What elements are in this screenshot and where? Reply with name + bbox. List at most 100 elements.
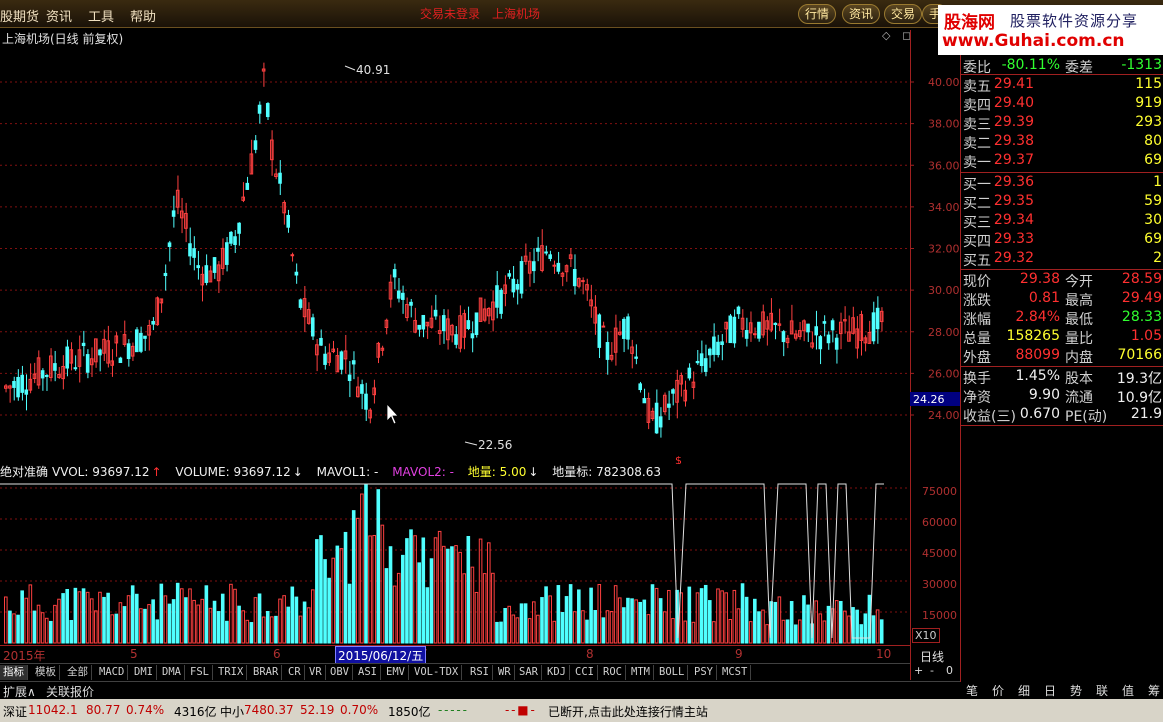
- volume-bar: [171, 599, 176, 644]
- buy-level-row[interactable]: 买四 29.33 69: [962, 231, 1162, 250]
- login-status[interactable]: 交易未登录: [420, 5, 480, 22]
- tab-ticks[interactable]: 笔: [966, 682, 978, 699]
- volume-bar: [699, 588, 704, 644]
- volume-bar: [871, 615, 876, 644]
- volume-chart[interactable]: [0, 478, 910, 644]
- sell-level-volume: 80: [1144, 133, 1162, 149]
- tab-daily[interactable]: 日: [1044, 682, 1056, 699]
- tab-news[interactable]: 资讯: [842, 4, 881, 24]
- sell-level-row[interactable]: 卖二 29.38 80: [962, 133, 1162, 152]
- volume-bar: [609, 610, 614, 644]
- volume-bar: [126, 595, 131, 644]
- menu-help[interactable]: 帮助: [130, 6, 156, 25]
- tab-indicator-rsi[interactable]: RSI: [467, 665, 493, 680]
- zx-pct: 0.70%: [340, 703, 379, 717]
- volume-bar: [527, 618, 532, 644]
- candlestick-chart[interactable]: 40.91 22.56 $: [0, 44, 910, 464]
- tab-indicator-asi[interactable]: ASI: [355, 665, 381, 680]
- stat-value: 1.05: [1130, 328, 1162, 344]
- volume-bar: [593, 610, 597, 644]
- tab-indicator-psy[interactable]: PSY: [691, 665, 717, 680]
- menu-tools[interactable]: 工具: [88, 6, 114, 25]
- tab-indicator-emv[interactable]: EMV: [383, 665, 409, 680]
- tab-indicator-mtm[interactable]: MTM: [628, 665, 654, 680]
- volume-bar: [441, 545, 446, 644]
- menu-futures[interactable]: 股期货: [0, 6, 39, 25]
- zoom-in-button[interactable]: +: [914, 664, 923, 677]
- stat-label: 涨跌: [963, 293, 991, 309]
- buy-level-row[interactable]: 买二 29.35 59: [962, 193, 1162, 212]
- sell-level-row[interactable]: 卖四 29.40 919: [962, 95, 1162, 114]
- expand-button[interactable]: 扩展∧: [3, 683, 36, 700]
- tab-price[interactable]: 价: [992, 682, 1004, 699]
- related-quote-button[interactable]: 关联报价: [46, 683, 94, 700]
- candle-body: [323, 353, 327, 365]
- sell-level-row[interactable]: 卖三 29.39 293: [962, 114, 1162, 133]
- volume-bar: [69, 620, 74, 644]
- tab-indicator-[interactable]: 模板: [32, 665, 60, 680]
- tab-indicator-[interactable]: 指标: [0, 665, 28, 680]
- tab-indicator-kdj[interactable]: KDJ: [544, 665, 570, 680]
- tab-indicator-vr[interactable]: VR: [306, 665, 326, 680]
- connection-message[interactable]: 已断开,点击此处连接行情主站: [548, 703, 708, 720]
- tab-chips[interactable]: 筹: [1148, 682, 1160, 699]
- tab-trend[interactable]: 势: [1070, 682, 1082, 699]
- volume-bar: [560, 612, 565, 644]
- logo-url: www.Guhai.com.cn: [942, 31, 1125, 51]
- volume-bar: [482, 573, 487, 644]
- buy-level-volume: 59: [1144, 193, 1162, 209]
- sell-level-row[interactable]: 卖五 29.41 115: [962, 76, 1162, 95]
- candle-body: [712, 336, 716, 355]
- candle-body: [237, 222, 241, 234]
- tab-indicator-boll[interactable]: BOLL: [656, 665, 689, 680]
- diliang-value: 地量: 5.00: [467, 465, 527, 479]
- tab-value[interactable]: 值: [1122, 682, 1134, 699]
- menu-info[interactable]: 资讯: [46, 6, 72, 25]
- sell-level-row[interactable]: 卖一 29.37 69: [962, 152, 1162, 171]
- tab-indicator-mcst[interactable]: MCST: [719, 665, 752, 680]
- tab-indicator-brar[interactable]: BRAR: [250, 665, 283, 680]
- tab-indicator-cci[interactable]: CCI: [572, 665, 598, 680]
- stat-value: 1.45%: [1015, 368, 1060, 384]
- volume-bar: [802, 595, 806, 644]
- volume-bar: [589, 587, 593, 644]
- volume-bar: [28, 584, 33, 644]
- candle-body: [401, 292, 405, 300]
- tab-linked[interactable]: 联: [1096, 682, 1108, 699]
- tab-quotes[interactable]: 行情: [798, 4, 837, 24]
- tab-indicator-cr[interactable]: CR: [285, 665, 305, 680]
- tab-trade[interactable]: 交易: [884, 4, 923, 24]
- tab-detail[interactable]: 细: [1018, 682, 1030, 699]
- tab-indicator-roc[interactable]: ROC: [600, 665, 626, 680]
- buy-level-price: 29.35: [993, 193, 1034, 209]
- tab-indicator-[interactable]: 全部: [64, 665, 92, 680]
- volume-bar: [740, 583, 745, 644]
- tab-indicator-voltdx[interactable]: VOL-TDX: [411, 665, 463, 680]
- volume-bar: [446, 548, 450, 644]
- candle-body: [163, 272, 168, 277]
- volume-bar: [351, 510, 356, 644]
- candle-body: [654, 402, 659, 434]
- tab-indicator-wr[interactable]: WR: [495, 665, 515, 680]
- tab-indicator-dma[interactable]: DMA: [159, 665, 185, 680]
- buy-level-label: 买三: [963, 215, 991, 231]
- tab-indicator-dmi[interactable]: DMI: [131, 665, 157, 680]
- tab-indicator-sar[interactable]: SAR: [516, 665, 542, 680]
- buy-level-row[interactable]: 买三 29.34 30: [962, 212, 1162, 231]
- buy-level-row[interactable]: 买五 29.32 2: [962, 250, 1162, 269]
- volume-bar: [315, 539, 319, 644]
- tab-indicator-obv[interactable]: OBV: [327, 665, 353, 680]
- sz-index: 11042.1: [28, 703, 78, 717]
- volume-bar: [81, 588, 86, 644]
- buy-level-row[interactable]: 买一 29.36 1: [962, 174, 1162, 193]
- volume-bar: [57, 598, 61, 644]
- tab-indicator-macd[interactable]: MACD: [96, 665, 129, 680]
- zoom-out-button[interactable]: -: [930, 664, 934, 677]
- price-axis-labels: 40.00 38.00 36.00 34.00 32.00 30.00 28.00 26.00…: [910, 76, 960, 622]
- candle-body: [642, 398, 647, 404]
- price-tick-label: 40.00: [928, 76, 960, 89]
- tab-indicator-trix[interactable]: TRIX: [215, 665, 248, 680]
- zoom-reset-button[interactable]: 0: [946, 664, 953, 677]
- tab-indicator-fsl[interactable]: FSL: [187, 665, 213, 680]
- candle-body: [532, 261, 536, 272]
